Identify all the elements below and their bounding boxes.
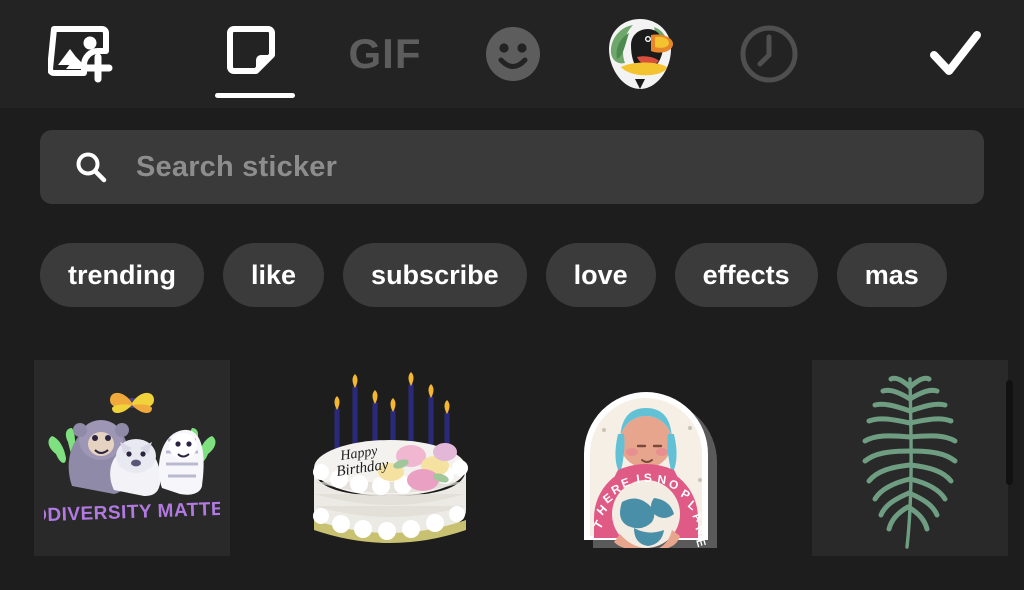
tab-recent[interactable] (726, 14, 812, 94)
svg-text:S: S (644, 471, 652, 485)
chip-trending[interactable]: trending (40, 243, 204, 307)
done-button[interactable] (912, 14, 998, 94)
chip-mask[interactable]: mas (836, 243, 947, 307)
svg-text:BIODIVERSITY MATTERS: BIODIVERSITY MATTERS (44, 498, 220, 527)
tab-gif[interactable]: GIF (342, 14, 428, 94)
search-input[interactable]: Search sticker (40, 130, 984, 204)
add-image-button[interactable] (38, 14, 124, 94)
biodiversity-matters-sticker: BIODIVERSITY MATTERS (44, 392, 220, 527)
sticker-tile-fern-leaf[interactable] (812, 360, 1008, 556)
chip-effects[interactable]: effects (674, 243, 818, 307)
check-icon (924, 23, 986, 85)
sticker-icon (224, 23, 286, 85)
tab-emoji[interactable] (470, 14, 556, 94)
chip-like[interactable]: like (223, 243, 325, 307)
sticker-picker-panel: GIF Search sticker trending like subscri… (0, 0, 1024, 590)
emoji-icon (482, 23, 544, 85)
active-tab-indicator (215, 93, 295, 98)
sticker-tile-birthday-cake[interactable]: Happy Birthday (292, 360, 488, 556)
chip-love[interactable]: love (545, 243, 656, 307)
gif-icon: GIF (348, 30, 422, 77)
tab-toucan-sticker[interactable] (597, 14, 683, 94)
fern-leaf-sticker (862, 375, 958, 549)
sticker-grid[interactable]: BIODIVERSITY MATTERS Happy Birthday T H … (0, 340, 1024, 590)
toucan-sticker-icon (599, 13, 681, 95)
add-image-icon (48, 23, 114, 85)
grid-scrollbar[interactable] (1006, 380, 1013, 485)
sticker-tile-no-planet-b[interactable]: T H E R E I S N O P L A N E T B (552, 360, 748, 556)
chip-subscribe[interactable]: subscribe (343, 243, 527, 307)
clock-icon (738, 23, 800, 85)
no-planet-b-sticker: T H E R E I S N O P L A N E T B (584, 392, 717, 548)
top-toolbar: GIF (0, 0, 1024, 108)
search-icon (74, 150, 108, 184)
search-placeholder: Search sticker (136, 150, 338, 183)
birthday-cake-sticker: Happy Birthday (313, 372, 468, 543)
category-chip-row[interactable]: trending like subscribe love effects mas (40, 243, 1024, 307)
grid-scrollbar-thumb[interactable] (1006, 380, 1013, 485)
sticker-tile-biodiversity-matters[interactable]: BIODIVERSITY MATTERS (34, 360, 230, 556)
tab-sticker[interactable] (212, 14, 298, 94)
